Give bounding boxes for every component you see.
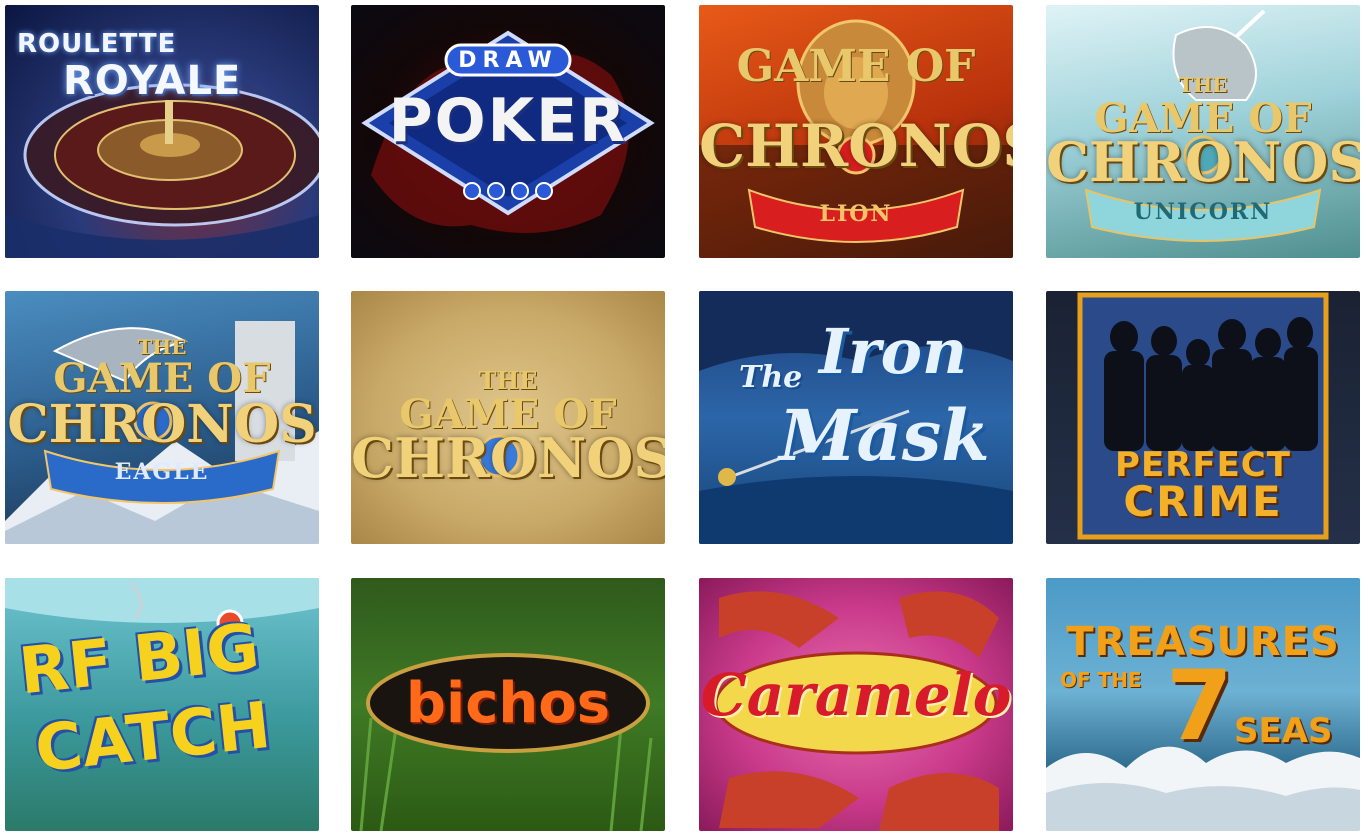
game-tile-bichos[interactable]: bichos — [351, 578, 665, 831]
game-title-main: CHRONOS — [7, 394, 317, 455]
game-tile-chronos-unicorn[interactable]: THE GAME OF CHRONOS UNICORN — [1046, 5, 1360, 258]
game-tile-chronos-lion[interactable]: GAME OF CHRONOS LION — [699, 5, 1013, 258]
game-title-main: CHRONOS — [699, 112, 1013, 180]
game-tile-caramelo[interactable]: Caramelo — [699, 578, 1013, 831]
game-title-line-1: ROULETTE — [17, 29, 177, 59]
game-title-line-2: CRIME — [1123, 477, 1283, 526]
game-title-line-1: Caramelo — [700, 661, 1012, 729]
game-title-game-of: GAME OF — [53, 355, 271, 402]
game-title-main: CHRONOS — [1046, 130, 1360, 194]
game-title-line-2: OF THE — [1060, 668, 1142, 692]
game-title-line-3: 7 — [1166, 650, 1233, 762]
game-title-line-2: Iron — [819, 315, 968, 388]
game-title-line-1: bichos — [405, 671, 611, 736]
game-subtitle-ribbon: LION — [819, 201, 893, 227]
game-tile-chronos[interactable]: THE GAME OF CHRONOS — [351, 291, 665, 544]
game-tile-chronos-eagle[interactable]: THE GAME OF CHRONOS EAGLE — [5, 291, 319, 544]
game-tile-roulette-royale[interactable]: ROULETTE ROYALE — [5, 5, 319, 258]
game-subtitle-ribbon: UNICORN — [1133, 199, 1273, 225]
game-tile-draw-poker[interactable]: DRAW POKER — [351, 5, 665, 258]
game-title-line-2: ROYALE — [63, 58, 242, 104]
game-title-line-1: DRAW — [458, 48, 558, 73]
game-title-the: THE — [137, 335, 187, 359]
game-tile-treasures-seven-seas[interactable]: TREASURES OF THE 7 SEAS — [1046, 578, 1360, 831]
game-title-the: GAME OF — [736, 41, 976, 92]
game-tile-big-catch[interactable]: RF BIG CATCH — [5, 578, 319, 831]
game-title-main: CHRONOS — [351, 426, 665, 490]
game-tile-iron-mask[interactable]: The Iron Mask — [699, 291, 1013, 544]
game-title-line-2: POKER — [388, 86, 628, 156]
game-title-line-1: The — [739, 360, 803, 395]
game-title-line-4: SEAS — [1234, 711, 1333, 751]
game-subtitle-ribbon: EAGLE — [114, 459, 210, 485]
game-title-the: THE — [1178, 73, 1228, 97]
game-tile-perfect-crime[interactable]: PERFECT CRIME — [1046, 291, 1360, 544]
game-title-line-3: Mask — [779, 394, 990, 477]
game-title-the: THE — [478, 366, 538, 395]
